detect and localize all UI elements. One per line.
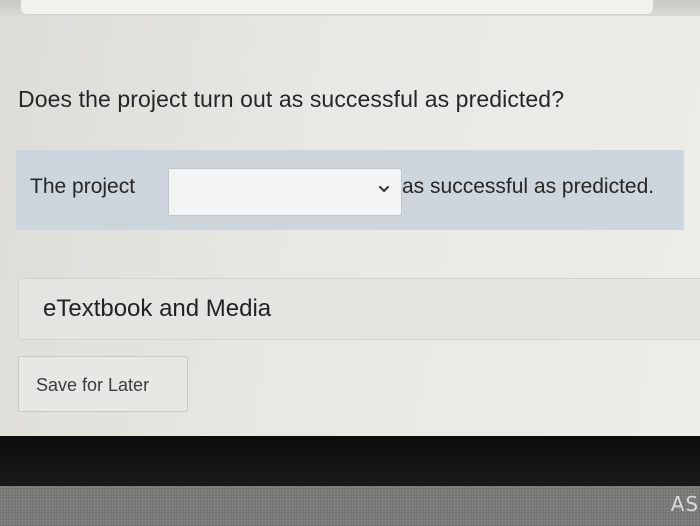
answer-dropdown[interactable] (168, 168, 402, 216)
chevron-down-icon (379, 186, 389, 192)
save-for-later-button[interactable]: Save for Later (18, 356, 188, 412)
previous-card-edge (20, 0, 654, 15)
save-for-later-label: Save for Later (36, 375, 150, 395)
etextbook-media-label: eTextbook and Media (43, 295, 272, 322)
answer-lead-text: The project (30, 175, 136, 198)
screen: Does the project turn out as successful … (0, 0, 700, 436)
laptop-brand-text: ASI (670, 492, 700, 516)
answer-tail-text: as successful as predicted. (402, 175, 655, 198)
answer-row: The project as successful as predicted. (16, 150, 684, 230)
laptop-bezel (0, 436, 700, 486)
question-text: Does the project turn out as successful … (18, 86, 565, 112)
etextbook-media-panel[interactable]: eTextbook and Media (18, 278, 700, 340)
laptop-base (0, 486, 700, 526)
